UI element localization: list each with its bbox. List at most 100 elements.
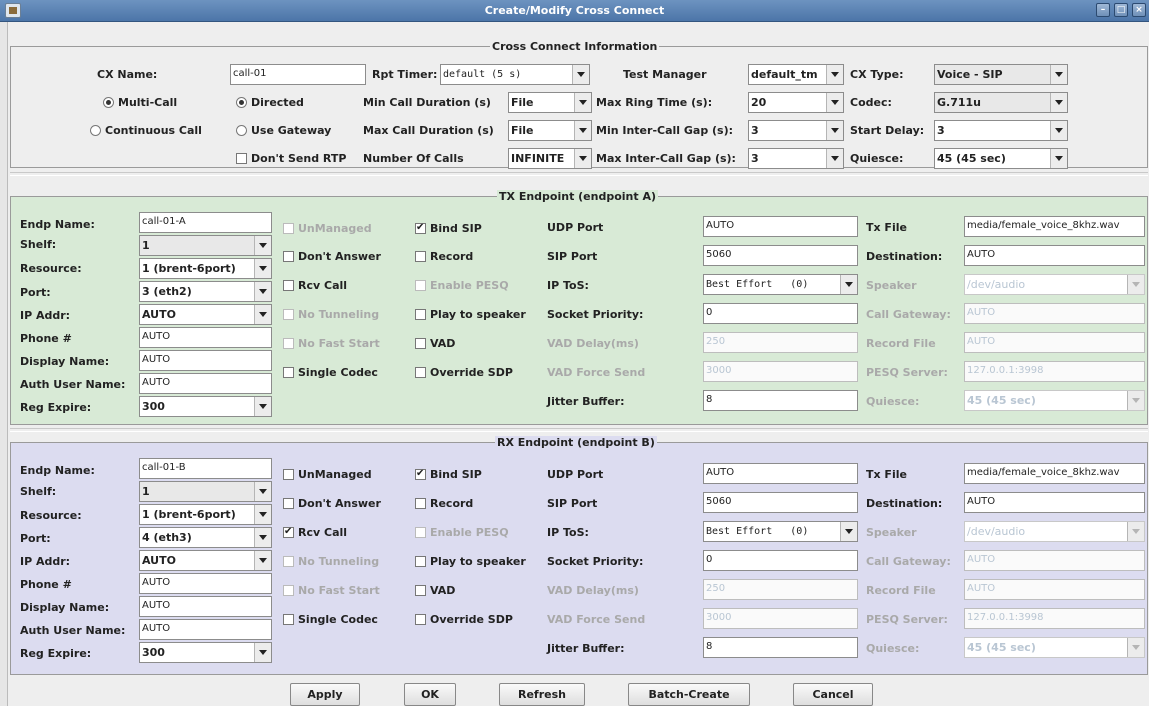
tx-pesq-server-input[interactable]: 127.0.0.1:3998 (964, 361, 1145, 382)
rx-call-gateway-input[interactable]: AUTO (964, 550, 1145, 571)
rx-record-checkbox[interactable]: Record (415, 497, 473, 510)
cx-type-select[interactable]: Voice - SIP (934, 64, 1068, 85)
tx-vad-delay-label: VAD Delay(ms) (547, 337, 639, 350)
tx-shelf-select[interactable]: 1 (139, 235, 272, 256)
tx-override-sdp-checkbox[interactable]: Override SDP (415, 366, 513, 379)
tx-enable-pesq-checkbox[interactable]: Enable PESQ (415, 279, 509, 292)
close-icon[interactable]: × (1132, 3, 1146, 17)
minimize-icon[interactable]: – (1096, 3, 1110, 17)
tx-rcv-call-checkbox[interactable]: Rcv Call (283, 279, 347, 292)
cx-name-input[interactable]: call-01 (230, 64, 366, 85)
chevron-down-icon (254, 505, 271, 524)
rx-display-name-input[interactable]: AUTO (139, 596, 272, 617)
dont-send-rtp-checkbox[interactable]: Don't Send RTP (236, 152, 346, 165)
batch-create-button[interactable]: Batch-Create (628, 683, 750, 706)
continuous-call-radio[interactable]: Continuous Call (90, 124, 202, 137)
apply-button[interactable]: Apply (290, 683, 360, 706)
rx-tx-file-input[interactable]: media/female_voice_8khz.wav (964, 463, 1145, 484)
refresh-button[interactable]: Refresh (499, 683, 585, 706)
chevron-down-icon (1127, 522, 1144, 541)
rx-record-file-input[interactable]: AUTO (964, 579, 1145, 600)
tx-bind-sip-checkbox[interactable]: Bind SIP (415, 221, 482, 235)
rx-play-to-speaker-checkbox[interactable]: Play to speaker (415, 555, 526, 568)
tx-jitter-buffer-input[interactable]: 8 (703, 390, 858, 411)
tx-no-fast-start-checkbox[interactable]: No Fast Start (283, 337, 380, 350)
tx-speaker-select[interactable]: /dev/audio (964, 274, 1145, 295)
rx-socket-priority-input[interactable]: 0 (703, 550, 858, 571)
rx-ip-addr-select[interactable]: AUTO (139, 550, 272, 571)
tx-sip-port-input[interactable]: 5060 (703, 245, 858, 266)
maximize-icon[interactable]: □ (1114, 3, 1128, 17)
multi-call-radio[interactable]: Multi-Call (103, 96, 177, 109)
tx-quiesce-select[interactable]: 45 (45 sec) (964, 390, 1145, 411)
tx-vad-force-send-input[interactable]: 3000 (703, 361, 858, 382)
cancel-button[interactable]: Cancel (793, 683, 873, 706)
ok-button[interactable]: OK (404, 683, 456, 706)
tx-no-tunneling-checkbox[interactable]: No Tunneling (283, 308, 379, 321)
tx-play-to-speaker-checkbox[interactable]: Play to speaker (415, 308, 526, 321)
tx-ip-addr-select[interactable]: AUTO (139, 304, 272, 325)
tx-reg-expire-select[interactable]: 300 (139, 396, 272, 417)
rx-override-sdp-checkbox[interactable]: Override SDP (415, 613, 513, 626)
quiesce-select[interactable]: 45 (45 sec) (934, 148, 1068, 169)
tx-dont-answer-checkbox[interactable]: Don't Answer (283, 250, 381, 263)
use-gateway-radio[interactable]: Use Gateway (236, 124, 331, 137)
rx-pesq-server-input[interactable]: 127.0.0.1:3998 (964, 608, 1145, 629)
rx-resource-select[interactable]: 1 (brent-6port) (139, 504, 272, 525)
rx-dont-answer-checkbox[interactable]: Don't Answer (283, 497, 381, 510)
rx-single-codec-checkbox[interactable]: Single Codec (283, 613, 378, 626)
tx-auth-user-input[interactable]: AUTO (139, 373, 272, 394)
tx-record-file-input[interactable]: AUTO (964, 332, 1145, 353)
rx-phone-input[interactable]: AUTO (139, 573, 272, 594)
rx-auth-user-input[interactable]: AUTO (139, 619, 272, 640)
min-inter-call-gap-select[interactable]: 3 (748, 120, 844, 141)
rx-port-select[interactable]: 4 (eth3) (139, 527, 272, 548)
rx-endp-name-input[interactable]: call-01-B (139, 458, 272, 479)
start-delay-select[interactable]: 3 (934, 120, 1068, 141)
tx-file-input[interactable]: media/female_voice_8khz.wav (964, 216, 1145, 237)
max-call-duration-select[interactable]: File (508, 120, 592, 141)
rpt-timer-select[interactable]: default (5 s) (440, 64, 590, 85)
cross-connect-title: Cross Connect Information (490, 40, 660, 53)
directed-radio[interactable]: Directed (236, 96, 304, 109)
tx-vad-checkbox[interactable]: VAD (415, 337, 455, 350)
rx-no-fast-start-checkbox[interactable]: No Fast Start (283, 584, 380, 597)
tx-destination-input[interactable]: AUTO (964, 245, 1145, 266)
tx-vad-delay-input[interactable]: 250 (703, 332, 858, 353)
max-ring-time-select[interactable]: 20 (748, 92, 844, 113)
rx-vad-delay-input[interactable]: 250 (703, 579, 858, 600)
rx-quiesce-select[interactable]: 45 (45 sec) (964, 637, 1145, 658)
rx-enable-pesq-checkbox[interactable]: Enable PESQ (415, 526, 509, 539)
tx-call-gateway-input[interactable]: AUTO (964, 303, 1145, 324)
min-call-duration-select[interactable]: File (508, 92, 592, 113)
rx-udp-port-input[interactable]: AUTO (703, 463, 858, 484)
rx-ip-tos-select[interactable]: Best Effort (0) (703, 521, 858, 542)
tx-single-codec-checkbox[interactable]: Single Codec (283, 366, 378, 379)
rx-destination-input[interactable]: AUTO (964, 492, 1145, 513)
tx-udp-port-input[interactable]: AUTO (703, 216, 858, 237)
rx-bind-sip-checkbox[interactable]: Bind SIP (415, 467, 482, 481)
codec-select[interactable]: G.711u (934, 92, 1068, 113)
rx-vad-checkbox[interactable]: VAD (415, 584, 455, 597)
tx-port-select[interactable]: 3 (eth2) (139, 281, 272, 302)
rx-unmanaged-checkbox[interactable]: UnManaged (283, 468, 372, 481)
rx-sip-port-input[interactable]: 5060 (703, 492, 858, 513)
rx-jitter-buffer-input[interactable]: 8 (703, 637, 858, 658)
rx-rcv-call-checkbox[interactable]: Rcv Call (283, 525, 347, 539)
rx-reg-expire-select[interactable]: 300 (139, 642, 272, 663)
tx-unmanaged-checkbox[interactable]: UnManaged (283, 222, 372, 235)
tx-ip-tos-select[interactable]: Best Effort (0) (703, 274, 858, 295)
tx-socket-priority-input[interactable]: 0 (703, 303, 858, 324)
tx-record-checkbox[interactable]: Record (415, 250, 473, 263)
rx-shelf-select[interactable]: 1 (139, 481, 272, 502)
rx-vad-force-send-input[interactable]: 3000 (703, 608, 858, 629)
rx-no-tunneling-checkbox[interactable]: No Tunneling (283, 555, 379, 568)
max-inter-call-gap-select[interactable]: 3 (748, 148, 844, 169)
tx-display-name-input[interactable]: AUTO (139, 350, 272, 371)
test-manager-select[interactable]: default_tm (748, 64, 844, 85)
tx-endp-name-input[interactable]: call-01-A (139, 212, 272, 233)
rx-speaker-select[interactable]: /dev/audio (964, 521, 1145, 542)
tx-phone-input[interactable]: AUTO (139, 327, 272, 348)
tx-resource-select[interactable]: 1 (brent-6port) (139, 258, 272, 279)
number-of-calls-select[interactable]: INFINITE (508, 148, 592, 169)
